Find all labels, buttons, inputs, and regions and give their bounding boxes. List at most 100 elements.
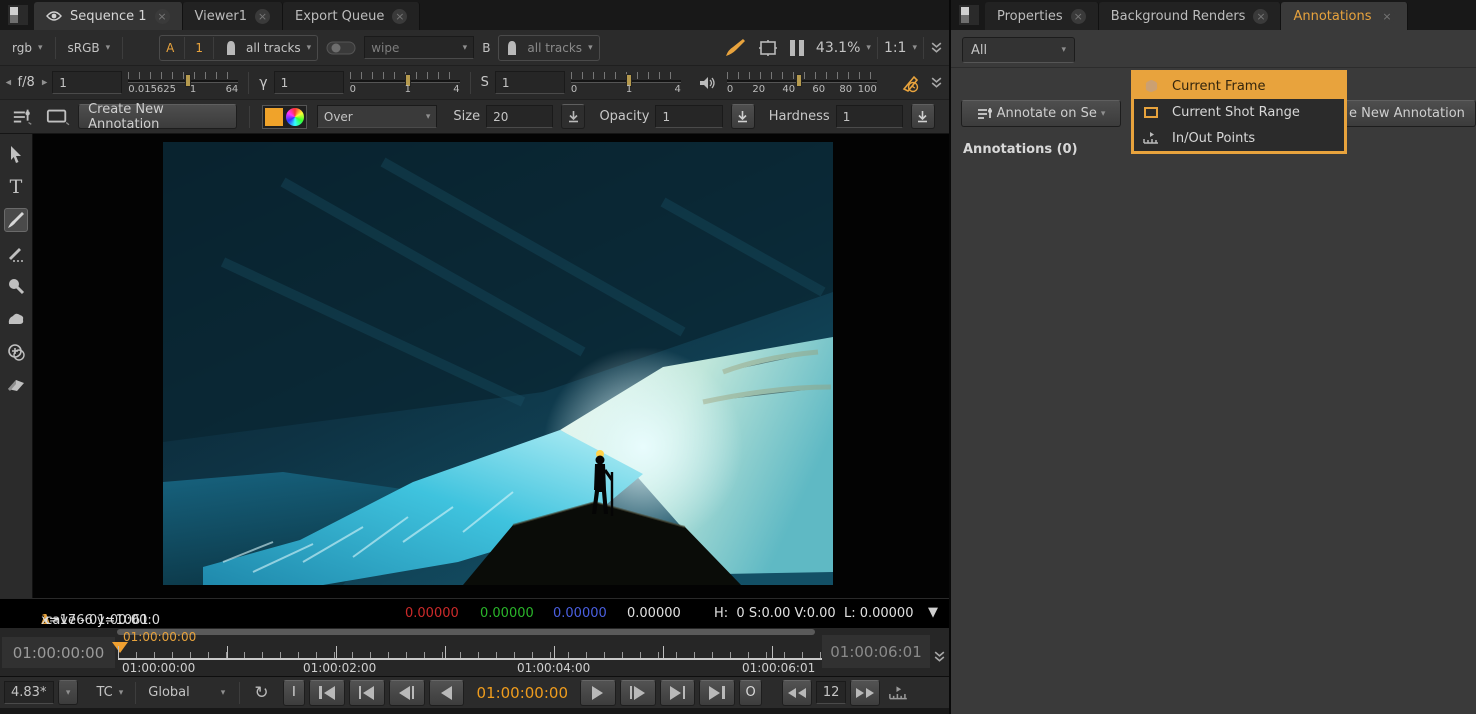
- opacity-animate-button[interactable]: [731, 104, 755, 129]
- step-forward-button[interactable]: [620, 680, 656, 706]
- tab-background-renders[interactable]: Background Renders ×: [1099, 2, 1282, 30]
- play-backward-button[interactable]: [429, 680, 465, 706]
- timecode-mode-dropdown[interactable]: TC ▾: [96, 685, 123, 700]
- gain-slider[interactable]: 0.015625 1 64: [128, 70, 238, 96]
- expand-toolbar-icon[interactable]: [930, 41, 943, 54]
- sample-timer-icon[interactable]: [900, 73, 922, 93]
- expand-timeline-icon[interactable]: [933, 650, 946, 663]
- create-new-annotation-button-partial[interactable]: e New Annotation: [1344, 100, 1476, 127]
- close-icon[interactable]: ×: [255, 9, 270, 24]
- fps-value[interactable]: 12: [816, 681, 846, 704]
- hardness-animate-button[interactable]: [911, 104, 935, 129]
- tracks-a-dropdown[interactable]: all tracks ▾: [246, 41, 311, 55]
- volume-slider[interactable]: 0 20 40 60 80 100: [727, 70, 877, 96]
- panel-menu-icon[interactable]: [8, 5, 28, 25]
- panel-menu-icon[interactable]: [959, 5, 979, 25]
- play-forward-button[interactable]: [580, 680, 616, 706]
- colorspace-dropdown[interactable]: sRGB ▾: [62, 41, 117, 55]
- line-tool[interactable]: [4, 241, 28, 265]
- wipe-toggle-icon[interactable]: [326, 41, 356, 55]
- brush-color-swatch[interactable]: [265, 108, 283, 126]
- tab-viewer1[interactable]: Viewer1 ×: [183, 2, 283, 30]
- loop-mode-icon[interactable]: ↻: [254, 683, 268, 703]
- select-tool[interactable]: [4, 142, 28, 166]
- input-a-label[interactable]: A: [166, 41, 174, 55]
- zoom-level-dropdown[interactable]: 43.1% ▾: [816, 40, 871, 56]
- timeline-ruler[interactable]: [118, 646, 850, 660]
- create-new-annotation-button[interactable]: Create New Annotation: [78, 104, 237, 129]
- hardness-input[interactable]: 1: [836, 105, 903, 128]
- close-icon[interactable]: ×: [1380, 9, 1395, 24]
- input-b-label[interactable]: B: [482, 41, 490, 55]
- status-options-dropdown-icon[interactable]: ▼: [928, 605, 938, 620]
- text-tool[interactable]: T: [4, 175, 28, 199]
- menu-item-current-shot-range[interactable]: Current Shot Range: [1134, 99, 1344, 125]
- playback-speed-value[interactable]: 4.83*: [4, 681, 54, 704]
- tab-export-queue[interactable]: Export Queue ×: [283, 2, 420, 30]
- chevron-down-icon: ▾: [426, 112, 431, 122]
- viewer-canvas[interactable]: [33, 134, 949, 598]
- close-icon[interactable]: ×: [392, 9, 407, 24]
- transport-timecode[interactable]: 01:00:00:00: [468, 684, 576, 702]
- set-out-point-button[interactable]: O: [739, 680, 762, 706]
- gamma-slider[interactable]: 0 1 4: [350, 70, 460, 96]
- saturation-slider[interactable]: 0 1 4: [571, 70, 681, 96]
- next-edit-button[interactable]: [660, 680, 696, 706]
- input-a-index[interactable]: 1: [195, 41, 203, 55]
- annotation-shape-icon[interactable]: [46, 107, 70, 127]
- viewport-gate-icon[interactable]: [758, 39, 778, 57]
- go-to-end-button[interactable]: [699, 680, 735, 706]
- timeline-scrollbar[interactable]: [117, 629, 815, 635]
- tracks-b-dropdown[interactable]: all tracks ▾: [527, 41, 592, 55]
- tab-properties[interactable]: Properties ×: [985, 2, 1099, 30]
- fps-increase-button[interactable]: [850, 680, 880, 706]
- annotate-on-dropdown-button[interactable]: Annotate on Se ▾: [961, 100, 1121, 127]
- size-input[interactable]: 20: [486, 105, 553, 128]
- tab-sequence[interactable]: Sequence 1 ×: [34, 2, 183, 30]
- menu-item-current-frame[interactable]: Current Frame: [1134, 73, 1344, 99]
- close-icon[interactable]: ×: [155, 9, 170, 24]
- fps-decrease-button[interactable]: [782, 680, 812, 706]
- dropper-tool[interactable]: [4, 274, 28, 298]
- annotation-filter-dropdown[interactable]: All ▾: [962, 37, 1075, 63]
- channel-dropdown[interactable]: rgb ▾: [6, 41, 49, 55]
- smudge-tool[interactable]: [4, 307, 28, 331]
- menu-item-in-out-points[interactable]: In/Out Points: [1134, 125, 1344, 151]
- proxy-ratio-dropdown[interactable]: 1:1 ▾: [884, 40, 917, 56]
- annotate-mode-icon[interactable]: [12, 108, 32, 126]
- gain-input[interactable]: 1: [52, 71, 122, 94]
- go-to-start-button[interactable]: [309, 680, 345, 706]
- close-icon[interactable]: ×: [1071, 9, 1086, 24]
- menu-item-label: In/Out Points: [1172, 131, 1255, 146]
- annotation-brush-icon[interactable]: [724, 38, 746, 58]
- volume-icon[interactable]: [699, 75, 717, 91]
- color-wheel-icon[interactable]: [286, 108, 304, 126]
- fstop-label[interactable]: f/8: [18, 75, 35, 90]
- size-animate-button[interactable]: [561, 104, 585, 129]
- pause-icon[interactable]: [790, 40, 804, 56]
- range-dropdown[interactable]: Global ▾: [148, 685, 225, 700]
- wipe-dropdown[interactable]: wipe ▾: [364, 36, 474, 59]
- opacity-input[interactable]: 1: [655, 105, 722, 128]
- step-back-button[interactable]: [389, 680, 425, 706]
- tick-label: 1: [405, 84, 411, 95]
- previous-edit-button[interactable]: [349, 680, 385, 706]
- tab-annotations[interactable]: Annotations ×: [1281, 2, 1407, 30]
- prev-fstop-icon[interactable]: ▾: [2, 80, 15, 86]
- gamma-input[interactable]: 1: [274, 71, 344, 94]
- playback-speed-dropdown[interactable]: ▾: [58, 680, 79, 705]
- expand-toolbar-icon[interactable]: [930, 76, 943, 89]
- saturation-input[interactable]: 1: [495, 71, 565, 94]
- brush-tool[interactable]: [4, 208, 28, 232]
- track-lock-icon[interactable]: [224, 40, 238, 56]
- track-lock-icon[interactable]: [505, 40, 519, 56]
- clone-tool[interactable]: [4, 340, 28, 364]
- annotation-tool-column: T: [0, 134, 33, 598]
- flipbook-icon[interactable]: [888, 685, 909, 701]
- eraser-tool[interactable]: [4, 373, 28, 397]
- close-icon[interactable]: ×: [1253, 9, 1268, 24]
- set-in-point-button[interactable]: I: [283, 680, 306, 706]
- annotation-toolbar: Create New Annotation Over ▾ Size 20 Opa…: [0, 100, 949, 134]
- blend-mode-dropdown[interactable]: Over ▾: [317, 105, 438, 128]
- next-fstop-icon[interactable]: ▾: [37, 80, 50, 86]
